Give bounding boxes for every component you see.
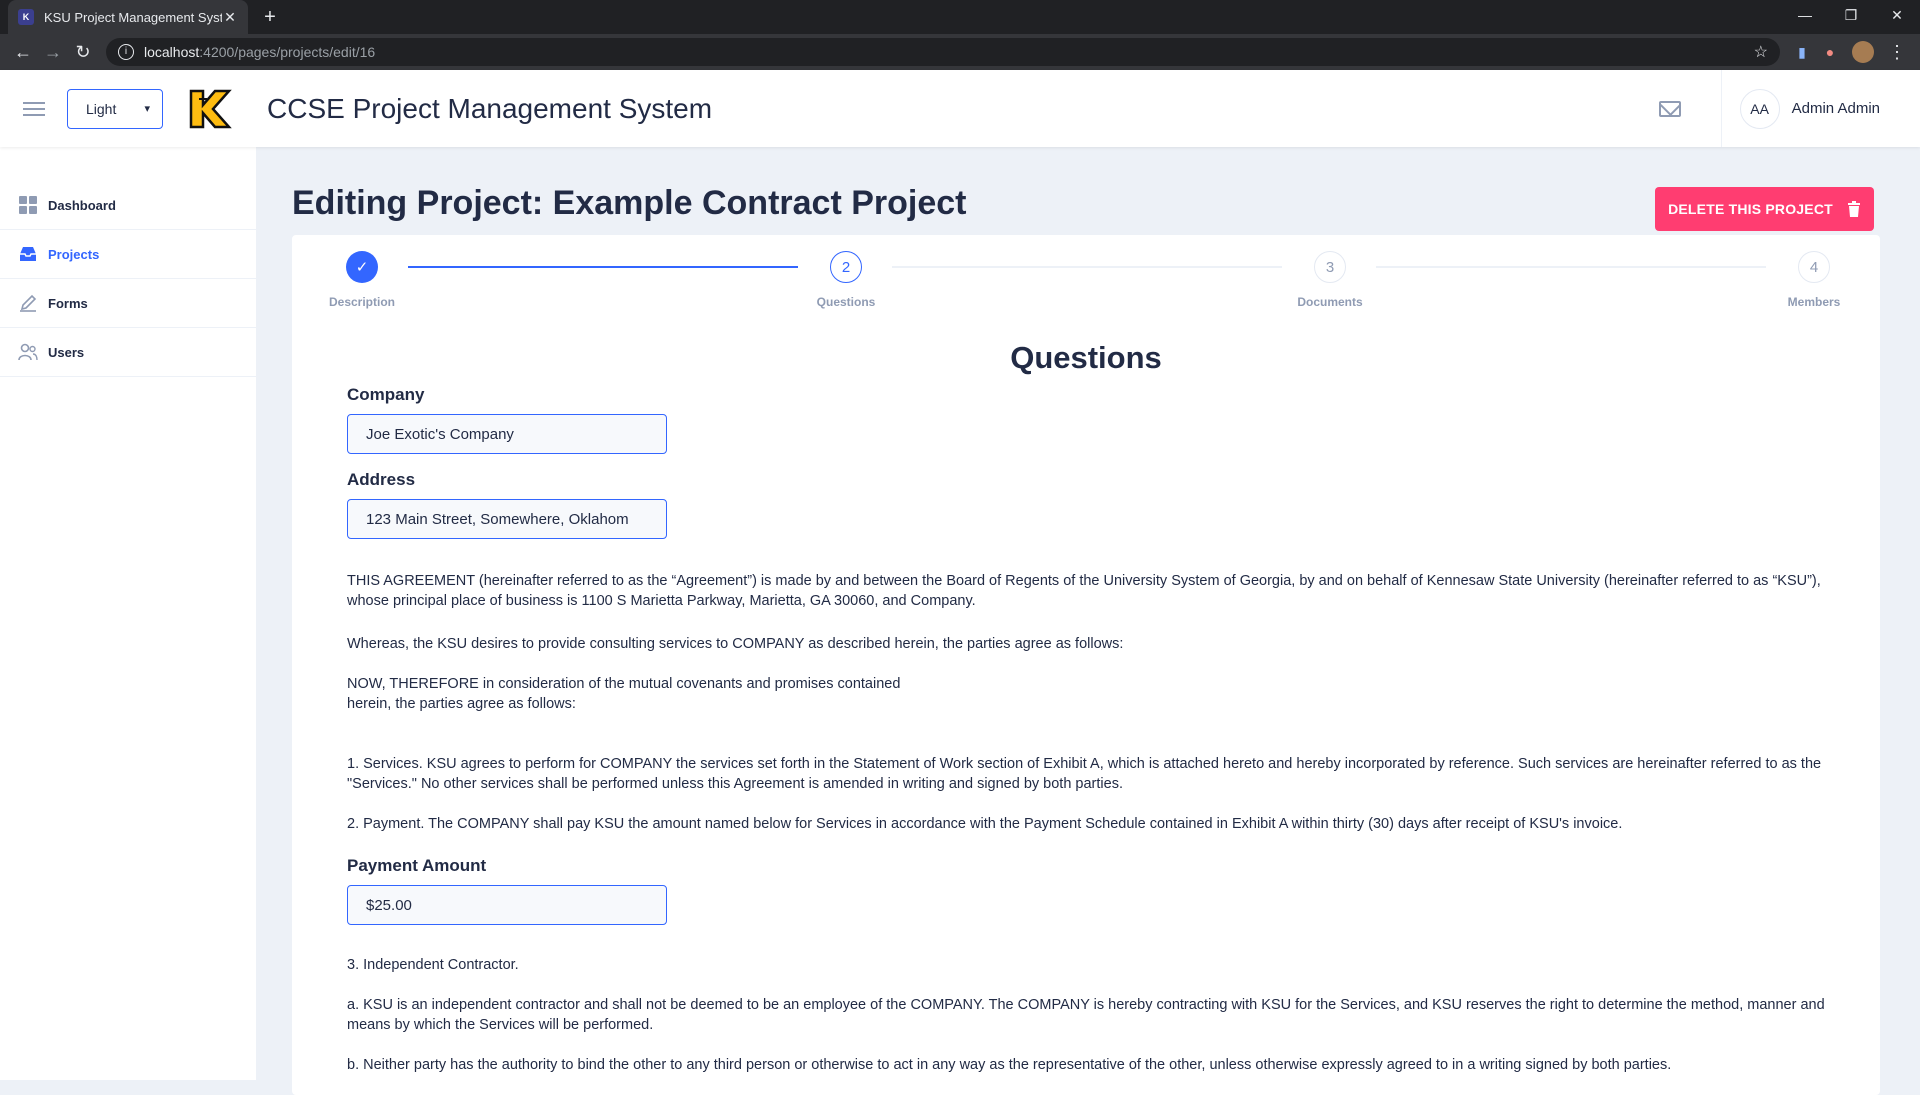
url-host: localhost <box>144 44 200 60</box>
menu-kebab-icon[interactable]: ⋮ <box>1882 42 1912 63</box>
url-path: :4200/pages/projects/edit/16 <box>199 44 376 60</box>
sidebar-item-forms[interactable]: Forms <box>0 279 256 328</box>
checkmark-icon: ✓ <box>346 251 378 283</box>
profile-avatar[interactable] <box>1852 41 1874 63</box>
sidebar-item-label: Dashboard <box>48 197 116 213</box>
header-divider <box>1720 70 1722 147</box>
info-icon[interactable]: i <box>118 44 134 60</box>
people-icon <box>18 342 38 362</box>
whereas-paragraph: Whereas, the KSU desires to provide cons… <box>347 636 1124 652</box>
address-label: Address <box>347 470 416 489</box>
project-editor-card: ✓ Description 2 Questions 3 Documents 4 … <box>292 235 1880 1095</box>
now-therefore-line-2: herein, the parties agree as follows: <box>347 696 576 712</box>
sidebar-item-dashboard[interactable]: Dashboard <box>0 181 256 230</box>
step-label: Documents <box>1297 295 1363 309</box>
hamburger-menu-icon[interactable] <box>23 98 45 120</box>
main-content: Editing Project: Example Contract Projec… <box>256 147 1920 1095</box>
step-connector <box>892 266 1282 268</box>
close-window-icon[interactable]: ✕ <box>1874 0 1920 34</box>
stepper: ✓ Description 2 Questions 3 Documents 4 … <box>322 251 1852 311</box>
theme-select-value: Light <box>86 100 117 117</box>
theme-select[interactable]: Light ▾ <box>67 88 163 129</box>
ksu-favicon-icon: K <box>18 9 34 25</box>
payment-amount-label: Payment Amount <box>347 856 487 875</box>
ksu-logo[interactable] <box>185 84 233 133</box>
page-title: Editing Project: Example Contract Projec… <box>292 184 967 222</box>
tab-title: KSU Project Management System <box>44 9 222 25</box>
step-label: Description <box>328 295 395 309</box>
browser-tabstrip: K KSU Project Management System ✕ + — ❐ … <box>0 0 1920 34</box>
back-icon[interactable]: ← <box>8 42 38 63</box>
agreement-paragraph: THIS AGREEMENT (hereinafter referred to … <box>347 573 1821 609</box>
browser-toolbar: ← → ↻ i localhost:4200/pages/projects/ed… <box>0 34 1920 70</box>
section-title: Questions <box>1010 340 1162 375</box>
sidebar-item-label: Projects <box>48 246 100 262</box>
step-connector <box>408 266 798 268</box>
clause-a-paragraph: a. KSU is an independent contractor and … <box>347 997 1825 1033</box>
independent-contractor-heading: 3. Independent Contractor. <box>347 957 519 973</box>
company-input[interactable] <box>347 414 667 454</box>
extension-icon[interactable]: ● <box>1816 44 1844 60</box>
step-documents[interactable]: 3 Documents <box>1290 251 1370 309</box>
address-bar[interactable]: i localhost:4200/pages/projects/edit/16 … <box>106 38 1780 66</box>
sidebar: Dashboard Projects Forms Users <box>0 147 256 1080</box>
delete-project-button[interactable]: DELETE THIS PROJECT <box>1655 187 1874 231</box>
trash-icon <box>1847 201 1860 217</box>
company-label: Company <box>347 385 425 404</box>
step-label: Questions <box>816 295 876 309</box>
sidebar-item-projects[interactable]: Projects <box>0 230 256 279</box>
restore-icon[interactable]: ❐ <box>1828 0 1874 34</box>
now-therefore-line-1: NOW, THEREFORE in consideration of the m… <box>347 676 901 692</box>
reload-icon[interactable]: ↻ <box>68 42 98 63</box>
close-tab-icon[interactable]: ✕ <box>222 9 238 26</box>
sidebar-item-label: Forms <box>48 295 88 311</box>
step-description[interactable]: ✓ Description <box>322 251 402 309</box>
step-number: 2 <box>830 251 862 283</box>
address-input[interactable] <box>347 499 667 539</box>
inbox-icon <box>18 244 38 264</box>
delete-button-label: DELETE THIS PROJECT <box>1668 201 1833 217</box>
browser-tab[interactable]: K KSU Project Management System ✕ <box>8 0 248 34</box>
bookmark-star-icon[interactable]: ☆ <box>1754 42 1768 62</box>
payment-amount-input[interactable] <box>347 885 667 925</box>
sidebar-item-label: Users <box>48 344 85 360</box>
avatar[interactable]: AA <box>1739 88 1780 129</box>
payment-paragraph: 2. Payment. The COMPANY shall pay KSU th… <box>347 816 1623 832</box>
step-number: 3 <box>1314 251 1346 283</box>
extension-icon[interactable]: ▮ <box>1788 44 1816 61</box>
forward-icon[interactable]: → <box>38 42 68 63</box>
grid-icon <box>18 195 38 215</box>
step-members[interactable]: 4 Members <box>1774 251 1854 309</box>
sidebar-item-users[interactable]: Users <box>0 328 256 377</box>
minimize-icon[interactable]: — <box>1782 0 1828 34</box>
step-questions[interactable]: 2 Questions <box>806 251 886 309</box>
mail-icon[interactable] <box>1658 100 1681 117</box>
questions-form: Company Address THIS AGREEMENT (hereinaf… <box>347 385 1847 1075</box>
clause-b-paragraph: b. Neither party has the authority to bi… <box>347 1057 1672 1073</box>
chevron-down-icon: ▾ <box>144 103 150 115</box>
pencil-icon <box>18 293 38 313</box>
step-label: Members <box>1787 295 1841 309</box>
step-connector <box>1376 266 1766 268</box>
services-paragraph: 1. Services. KSU agrees to perform for C… <box>347 756 1822 792</box>
user-name[interactable]: Admin Admin <box>1792 100 1880 117</box>
app-title: CCSE Project Management System <box>267 92 713 124</box>
new-tab-icon[interactable]: + <box>258 6 282 29</box>
app-header: Light ▾ CCSE Project Management System A… <box>0 70 1920 147</box>
step-number: 4 <box>1798 251 1830 283</box>
